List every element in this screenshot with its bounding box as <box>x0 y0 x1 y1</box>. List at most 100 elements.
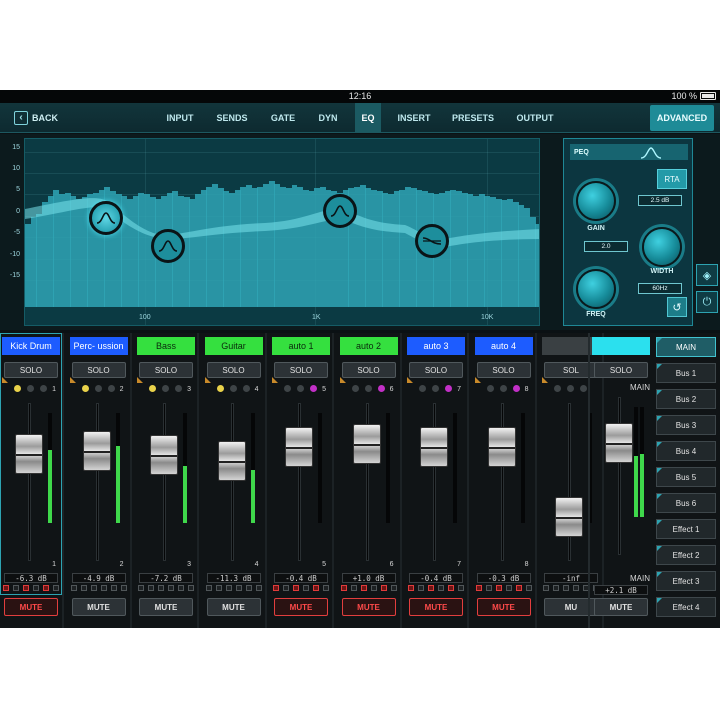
channel-name[interactable]: Guitar <box>204 337 263 355</box>
eq-band-1-handle[interactable] <box>89 201 123 235</box>
mute-button[interactable]: MUTE <box>274 598 328 616</box>
power-icon[interactable]: ⏻ <box>696 291 718 313</box>
channel-name[interactable]: Perc- ussion <box>69 337 128 355</box>
channel-name[interactable]: Kick Drum <box>2 337 60 355</box>
peq-header: PEQ <box>570 144 688 160</box>
channel-fader[interactable] <box>150 434 178 475</box>
rta-button[interactable]: RTA <box>657 169 687 189</box>
channel-fader[interactable] <box>420 426 448 467</box>
tab-dyn[interactable]: DYN <box>314 103 342 132</box>
routing-indicator <box>188 585 194 591</box>
back-label: BACK <box>32 113 58 123</box>
solo-button[interactable]: SOLO <box>4 362 58 378</box>
mute-button[interactable]: MUTE <box>4 598 58 616</box>
tab-gate[interactable]: GATE <box>266 103 300 132</box>
link-icon[interactable]: ◈ <box>696 264 718 286</box>
eq-x-label: 10K <box>481 314 494 321</box>
bus-button[interactable]: Bus 3 <box>656 415 716 435</box>
meter-fill <box>640 454 644 517</box>
bus-button[interactable]: Effect 1 <box>656 519 716 539</box>
main-fader[interactable] <box>605 422 633 463</box>
solo-button[interactable]: SOLO <box>409 362 463 378</box>
status-indicator <box>40 385 47 392</box>
corner-marker <box>657 338 662 343</box>
channel-fader[interactable] <box>82 431 111 472</box>
bus-button[interactable]: MAIN <box>656 337 716 357</box>
bus-button[interactable]: Effect 3 <box>656 571 716 591</box>
mute-button[interactable]: MUTE <box>476 598 531 616</box>
mute-button[interactable]: MUTE <box>409 598 463 616</box>
level-meter <box>385 413 390 523</box>
mute-button[interactable]: MUTE <box>206 598 261 616</box>
main-mute-button[interactable]: MUTE <box>594 598 648 616</box>
routing-indicator <box>23 585 29 591</box>
fader-slot <box>230 403 234 561</box>
reset-button[interactable]: ↺ <box>667 297 687 317</box>
back-button[interactable]: ‹ BACK <box>14 109 58 127</box>
channel-fader[interactable] <box>15 433 43 474</box>
eq-graph[interactable]: 100 1K 10K <box>24 138 540 326</box>
solo-button[interactable]: SOLO <box>139 362 193 378</box>
tab-output[interactable]: OUTPUT <box>512 103 558 132</box>
channel-fader[interactable] <box>217 440 246 481</box>
status-indicator <box>107 385 115 392</box>
channel-name[interactable]: Bass <box>137 337 195 355</box>
mute-button[interactable]: MUTE <box>71 598 126 616</box>
channel-name[interactable]: auto 1 <box>272 337 330 355</box>
routing-indicator <box>380 585 387 591</box>
channel-name[interactable]: auto 3 <box>407 337 465 355</box>
status-indicator <box>297 385 304 392</box>
routing-indicator <box>53 585 59 591</box>
freq-knob[interactable] <box>576 269 616 309</box>
meter-fill <box>115 446 120 523</box>
mute-button[interactable]: MUTE <box>341 598 396 616</box>
bus-button[interactable]: Effect 2 <box>656 545 716 565</box>
advanced-button[interactable]: ADVANCED <box>650 105 714 131</box>
gain-knob[interactable] <box>576 181 616 221</box>
bus-button[interactable]: Bus 6 <box>656 493 716 513</box>
status-indicator <box>445 385 452 392</box>
status-indicator <box>419 385 426 392</box>
status-indicator <box>14 385 21 392</box>
main-channel-name[interactable] <box>592 337 650 355</box>
routing-indicator <box>100 585 107 591</box>
solo-button[interactable]: SOLO <box>476 362 531 378</box>
tab-insert[interactable]: INSERT <box>394 103 434 132</box>
main-solo-button[interactable]: SOLO <box>594 362 648 378</box>
channel-name[interactable]: auto 2 <box>339 337 398 355</box>
solo-button[interactable]: SOLO <box>206 362 261 378</box>
bell-curve-icon <box>158 240 178 252</box>
tab-presets[interactable]: PRESETS <box>448 103 498 132</box>
channel-name[interactable]: auto 4 <box>474 337 533 355</box>
channel-fader[interactable] <box>555 497 583 538</box>
solo-button[interactable]: SOLO <box>274 362 328 378</box>
bus-list: MAIN Bus 1 Bus 2 Bus 3 Bus 4 Bus 5 Bus 6 Effect… <box>652 333 720 628</box>
bus-button[interactable]: Bus 1 <box>656 363 716 383</box>
solo-button[interactable]: SOLO <box>341 362 396 378</box>
tab-sends[interactable]: SENDS <box>212 103 252 132</box>
bus-button[interactable]: Effect 4 <box>656 597 716 617</box>
channel-fader[interactable] <box>487 426 516 467</box>
bus-button[interactable]: Bus 5 <box>656 467 716 487</box>
mute-button[interactable]: MUTE <box>139 598 193 616</box>
bus-button[interactable]: Bus 4 <box>656 441 716 461</box>
tab-eq[interactable]: EQ <box>355 103 381 132</box>
eq-band-4-handle[interactable] <box>415 224 449 258</box>
routing-indicator <box>525 585 532 591</box>
bus-button[interactable]: Bus 2 <box>656 389 716 409</box>
routing-indicator <box>283 585 289 591</box>
channel-strip: Perc- ussion SOLO 2 2 -4.9 dB MUTE <box>68 333 132 628</box>
channel-fader[interactable] <box>285 426 313 467</box>
tab-input[interactable]: INPUT <box>162 103 198 132</box>
gain-readout: +1.0 dB <box>341 573 396 583</box>
routing-row <box>340 585 397 594</box>
width-knob[interactable] <box>642 227 682 267</box>
main-top-label: MAIN <box>630 383 650 392</box>
routing-indicator <box>168 585 174 591</box>
meter-right <box>640 407 644 517</box>
channel-fader[interactable] <box>352 424 381 465</box>
channel-number: 7 <box>457 561 461 568</box>
eq-band-2-handle[interactable] <box>151 229 185 263</box>
solo-button[interactable]: SOLO <box>71 362 126 378</box>
eq-band-3-handle[interactable] <box>323 194 357 228</box>
